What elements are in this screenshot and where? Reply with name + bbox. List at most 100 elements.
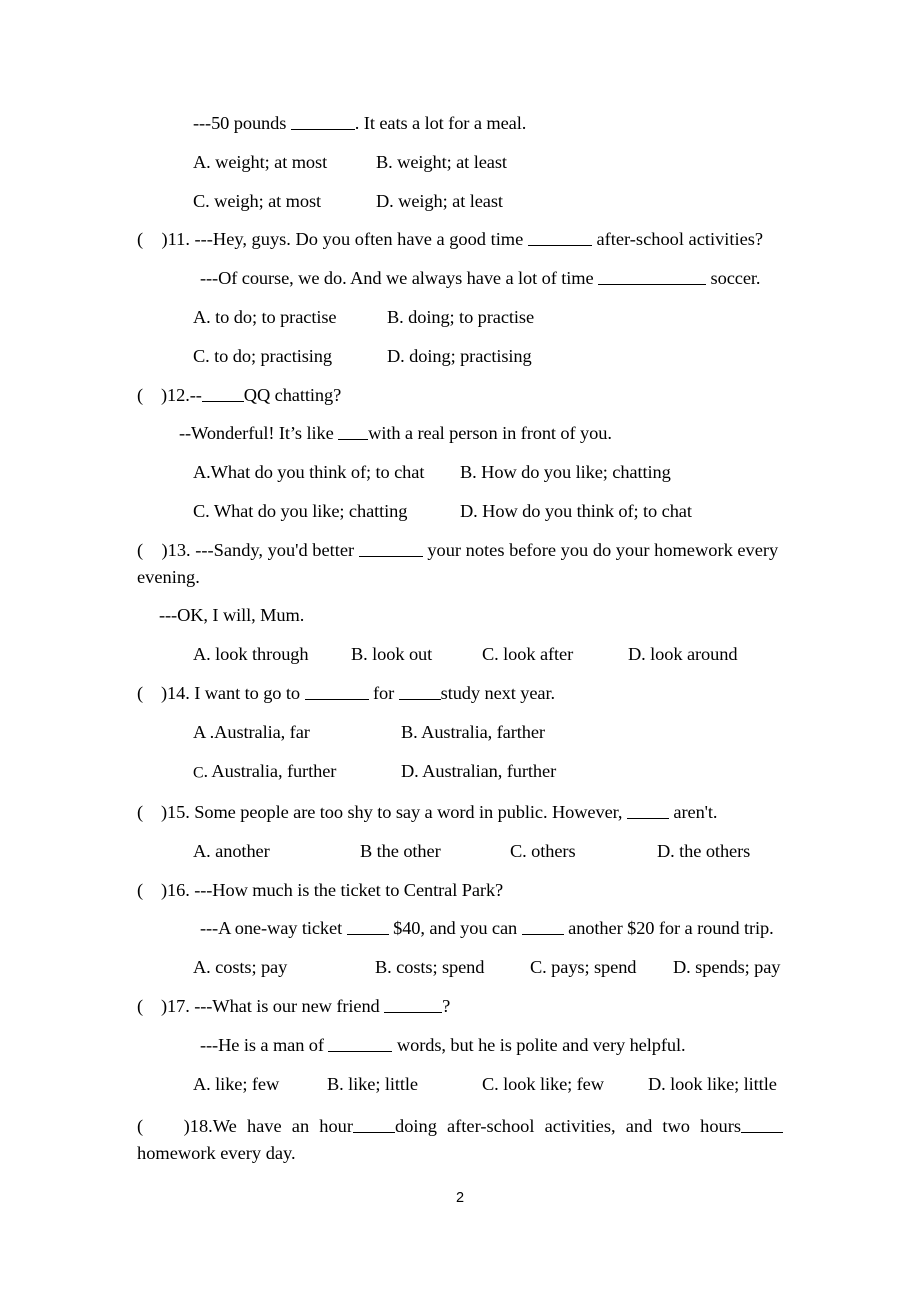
q10-stem-pre: ---50 pounds [193,113,291,133]
question-13-options-row: A. look through B. look out C. look after D… [137,635,783,674]
q13-stem-pre: ---Sandy, you'd better [195,539,359,560]
question-12-options-row-1: A.What do you think of; to chat B. How do… [137,453,783,492]
option-c: C. to do; practising [193,345,332,366]
question-17-options-row: A. like; few B. like; little C. look like;… [137,1065,783,1104]
question-14-options-row-2: C. Australia, further D. Australian, furt… [137,752,783,793]
option-d: D. doing; practising [387,345,532,366]
option-c: C. Australia, further [193,752,401,793]
q11-reply-post: soccer. [706,268,761,289]
page-number: 2 [455,1190,465,1206]
question-10-options-row-1: A. weight; at most B. weight; at least [137,143,783,182]
question-16-stem: ( )16. ---How much is the ticket to Cent… [137,871,783,910]
option-d: D. Australian, further [401,760,557,781]
q18-stem-mid: doing after-school activities, and two h… [395,1116,741,1137]
q16-reply-mid: $40, and you can [388,918,522,939]
q16-stem: ---How much is the ticket to Central Par… [194,879,504,900]
question-12-reply: --Wonderful! It’s like with a real perso… [137,414,783,453]
option-a: A. to do; to practise [193,306,337,327]
option-b: B. weight; at least [376,151,507,172]
q11-blank-2 [598,269,707,286]
option-b: B. doing; to practise [387,306,535,327]
option-c: C. look like; few [482,1073,604,1094]
option-c: C. pays; spend [530,957,637,978]
question-16-reply: ---A one-way ticket $40, and you can ano… [137,909,783,948]
option-c: C. weigh; at most [193,190,322,211]
q14-stem-mid: for [368,682,399,703]
q17-marker: ( )17. [137,995,195,1016]
q13-marker: ( )13. [137,539,196,560]
q18-blank-2 [741,1117,783,1134]
question-11-options-row-1: A. to do; to practise B. doing; to practi… [137,298,783,337]
q17-blank-1 [384,997,443,1013]
q11-blank-1 [527,230,592,247]
q16-blank-1 [346,919,389,936]
q11-marker: ( )11. [137,229,195,250]
q16-reply-post: another $20 for a round trip. [563,918,774,939]
q15-stem-post: aren't. [668,801,718,822]
question-16-options-row: A. costs; pay B. costs; spend C. pays; spe… [137,948,783,987]
q12-blank-2 [338,424,369,441]
option-c: C. others [510,840,576,861]
q11-reply-pre: ---Of course, we do. And we always have … [200,268,599,289]
q14-blank-2 [398,684,441,700]
option-c: C. look after [482,644,574,665]
q12-stem-post: QQ chatting? [243,384,342,405]
question-15-stem: ( )15. Some people are too shy to say a … [137,793,783,832]
q14-marker: ( )14. [137,682,195,703]
question-10-stem: ---50 pounds . It eats a lot for a meal. [137,104,783,143]
option-a: A. costs; pay [193,957,288,978]
option-a: A.What do you think of; to chat [193,462,425,483]
question-14-options-row-1: A .Australia, far B. Australia, farther [137,713,783,752]
option-a: A. look through [193,644,309,665]
question-14-stem: ( )14. I want to go to for study next ye… [137,674,783,713]
option-b: B the other [360,840,441,861]
q18-blank-1 [353,1117,395,1134]
q12-reply-post: with a real person in front of you. [368,423,612,444]
option-b: B. How do you like; chatting [460,462,671,483]
question-13-stem: ( )13. ---Sandy, you'd better your notes… [137,537,783,591]
q18-stem-pre: We have an hour [212,1116,353,1137]
q10-stem-post: . It eats a lot for a meal. [354,113,527,133]
q14-blank-1 [304,684,369,700]
option-d: D. weigh; at least [376,190,503,211]
option-d: D. How do you think of; to chat [460,500,692,521]
q18-marker: ( )18. [137,1116,213,1137]
option-c-text: . Australia, further [203,760,337,781]
q12-marker: ( )12.-- [137,384,202,405]
q16-blank-2 [521,919,564,936]
question-12-stem: ( )12.-- QQ chatting? [137,376,783,415]
q15-marker: ( )15. [137,801,195,822]
option-a: A .Australia, far [193,721,310,742]
q17-stem-post: ? [442,995,451,1016]
option-b: B. costs; spend [375,957,485,978]
option-d: D. the others [657,840,751,861]
question-17-stem: ( )17. ---What is our new friend ? [137,987,783,1026]
question-11-stem: ( )11. ---Hey, guys. Do you often have a… [137,226,783,253]
option-c-letter: C [193,764,204,782]
document-page: ---50 pounds . It eats a lot for a meal.… [0,0,920,1302]
q14-stem-pre: I want to go to [194,682,305,703]
question-11-reply: ---Of course, we do. And we always have … [137,259,783,298]
question-12-options-row-2: C. What do you like; chatting D. How do y… [137,492,783,531]
question-11-options-row-2: C. to do; practising D. doing; practising [137,337,783,376]
option-b: B. like; little [327,1073,418,1094]
q10-blank-1 [290,114,355,130]
q12-blank-1 [201,386,244,402]
q15-blank-1 [626,803,669,819]
option-a: A. like; few [193,1073,280,1094]
q12-reply-pre: --Wonderful! It’s like [179,423,339,444]
q17-stem-pre: ---What is our new friend [194,995,385,1016]
question-17-reply: ---He is a man of words, but he is polit… [137,1026,783,1065]
question-18-stem: ( )18.We have an hour doing after-school … [137,1113,783,1167]
document-body: ---50 pounds . It eats a lot for a meal.… [137,104,783,1179]
q11-stem-post: after-school activities? [591,229,764,250]
option-a: A. weight; at most [193,151,328,172]
q17-reply-post: words, but he is polite and very helpful… [392,1034,686,1055]
option-d: D. spends; pay [673,957,781,978]
q16-marker: ( )16. [137,879,195,900]
q16-reply-pre: ---A one-way ticket [200,918,347,939]
q17-blank-2 [328,1036,393,1052]
q13-blank-1 [358,541,423,557]
option-b: B. Australia, farther [401,721,545,742]
option-b: B. look out [351,644,433,665]
